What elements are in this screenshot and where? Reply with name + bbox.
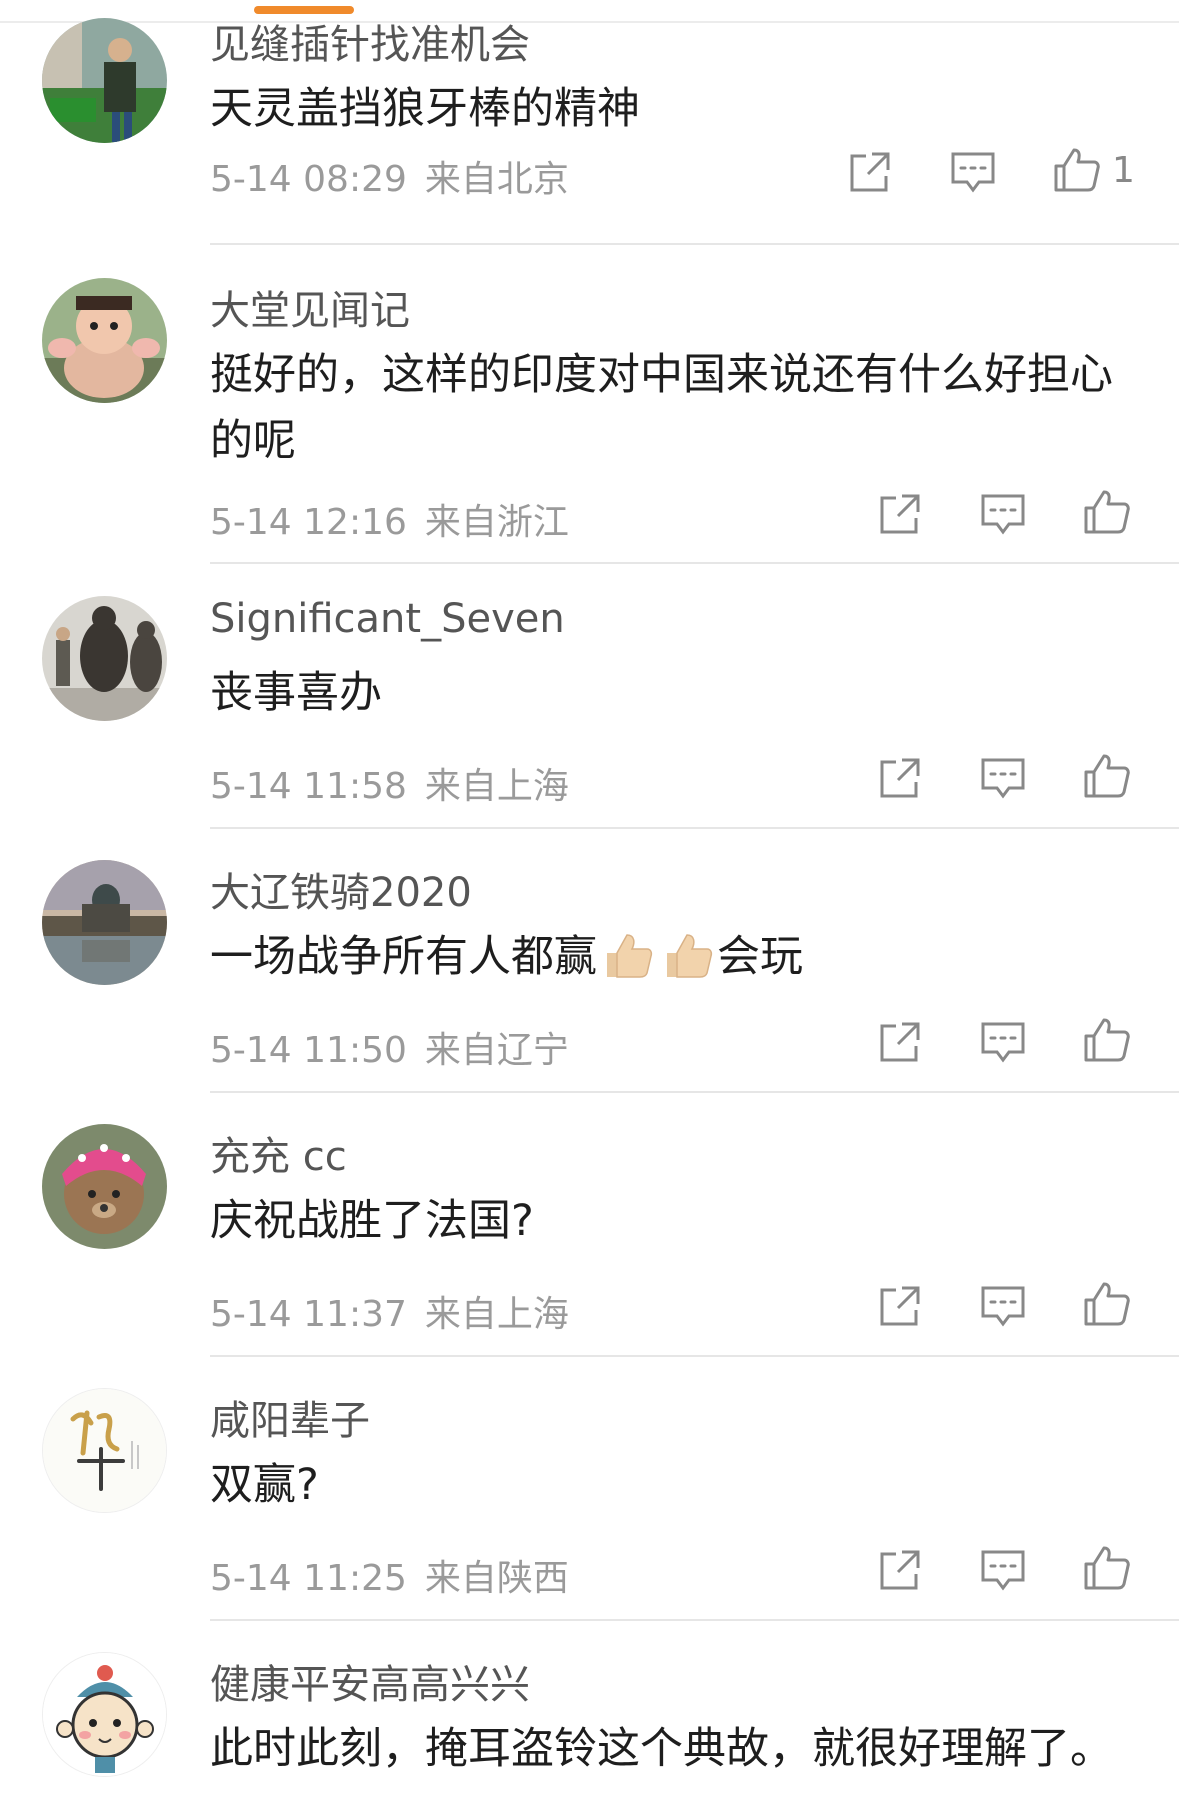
share-icon[interactable]	[846, 148, 894, 196]
comment-text-end: 会玩	[717, 932, 803, 982]
comment-meta: 5-14 12:16 来自浙江	[210, 493, 569, 545]
comment-date: 5-14 11:37	[210, 1294, 407, 1335]
divider	[210, 243, 1179, 245]
reply-icon[interactable]	[949, 148, 997, 196]
like-icon[interactable]	[1052, 146, 1100, 194]
comment-location: 来自陕西	[424, 1558, 569, 1599]
comment-date: 5-14 11:50	[210, 1030, 407, 1071]
comment-date: 5-14 08:29	[210, 159, 407, 200]
reply-icon[interactable]	[979, 754, 1027, 802]
divider	[210, 1619, 1179, 1621]
divider	[210, 562, 1179, 564]
comment-meta: 5-14 11:25 来自陕西	[210, 1549, 569, 1601]
username[interactable]: 充充 cc	[210, 1124, 347, 1182]
like-icon[interactable]	[1082, 1544, 1130, 1592]
comment-text: 一场战争所有人都赢 会玩	[210, 924, 1130, 998]
like-count: 1	[1112, 150, 1135, 191]
comment-location: 来自辽宁	[424, 1030, 569, 1071]
comment-text: 丧事喜办	[210, 668, 382, 718]
comment-meta: 5-14 08:29 来自北京	[210, 150, 569, 202]
comment-date: 5-14 12:16	[210, 502, 407, 543]
divider	[210, 1091, 1179, 1093]
comment-location: 来自浙江	[424, 502, 569, 543]
share-icon[interactable]	[876, 1282, 924, 1330]
comment-text-start: 一场战争所有人都赢	[210, 932, 597, 982]
share-icon[interactable]	[876, 1546, 924, 1594]
person-tea-cart-avatar[interactable]	[42, 18, 167, 143]
comment-location: 来自北京	[424, 159, 569, 200]
comment-meta: 5-14 11:58 来自上海	[210, 757, 569, 809]
username[interactable]: 大堂见闻记	[210, 278, 410, 336]
reply-icon[interactable]	[979, 1282, 1027, 1330]
like-icon[interactable]	[1082, 752, 1130, 800]
top-divider	[0, 21, 1179, 23]
cathedral-avatar[interactable]	[42, 860, 167, 985]
reply-icon[interactable]	[979, 490, 1027, 538]
baby-avatar[interactable]	[42, 278, 167, 403]
comment-meta: 5-14 11:50 来自辽宁	[210, 1021, 569, 1073]
teddy-bear-avatar[interactable]	[42, 1124, 167, 1249]
reply-icon[interactable]	[979, 1546, 1027, 1594]
comment-text: 庆祝战胜了法国?	[210, 1196, 534, 1246]
divider	[210, 1355, 1179, 1357]
username[interactable]: 大辽铁骑2020	[210, 860, 472, 918]
share-icon[interactable]	[876, 490, 924, 538]
comment-location: 来自上海	[424, 766, 569, 807]
share-icon[interactable]	[876, 1018, 924, 1066]
like-icon[interactable]	[1082, 488, 1130, 536]
comment-text: 挺好的，这样的印度对中国来说还有什么好担心的呢	[210, 350, 1113, 466]
comment-date: 5-14 11:58	[210, 766, 407, 807]
comment-location: 来自上海	[424, 1294, 569, 1335]
statues-avatar[interactable]	[42, 596, 167, 721]
cartoon-girl-avatar[interactable]	[42, 1652, 167, 1777]
comment-text: 天灵盖挡狼牙棒的精神	[210, 84, 640, 134]
reply-icon[interactable]	[979, 1018, 1027, 1066]
thumbs-up-emoji-icon	[601, 931, 653, 998]
comment-meta: 5-14 11:37 来自上海	[210, 1285, 569, 1337]
calligraphy-avatar[interactable]	[42, 1388, 167, 1513]
like-icon[interactable]	[1082, 1016, 1130, 1064]
comment-text: 双赢?	[210, 1460, 319, 1510]
comment-text: 此时此刻，掩耳盗铃这个典故，就很好理解了。	[210, 1724, 1113, 1774]
like-icon[interactable]	[1082, 1280, 1130, 1328]
username[interactable]: 咸阳辈子	[210, 1388, 370, 1446]
thumbs-up-emoji-icon	[661, 931, 713, 998]
username[interactable]: 健康平安高高兴兴	[210, 1652, 530, 1710]
username[interactable]: Significant_Seven	[210, 596, 565, 642]
divider	[210, 827, 1179, 829]
username[interactable]: 见缝插针找准机会	[210, 12, 530, 70]
share-icon[interactable]	[876, 754, 924, 802]
comment-date: 5-14 11:25	[210, 1558, 407, 1599]
